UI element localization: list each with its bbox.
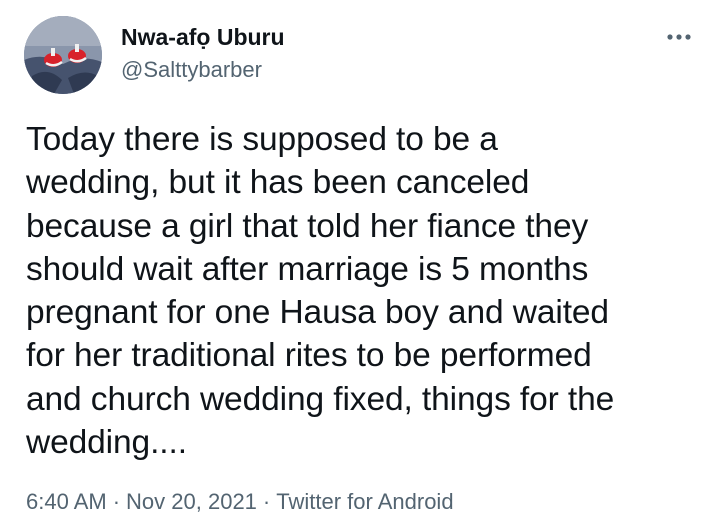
author-handle[interactable]: @Salttybarber <box>121 56 262 84</box>
tweet-source[interactable]: Twitter for Android <box>276 487 453 517</box>
avatar-photo <box>24 16 102 94</box>
separator-dot: · <box>262 489 271 514</box>
more-options-icon[interactable] <box>662 26 696 48</box>
avatar[interactable] <box>24 16 102 94</box>
tweet-date[interactable]: Nov 20, 2021 <box>126 487 257 517</box>
tweet-metadata: 6:40 AM · Nov 20, 2021 · Twitter for Android <box>26 487 454 517</box>
author-name[interactable]: Nwa-afọ Uburu <box>121 22 285 52</box>
separator-dot: · <box>112 489 121 514</box>
tweet-card: Nwa-afọ Uburu @Salttybarber Today there … <box>0 0 720 530</box>
tweet-text: Today there is supposed to be a wedding,… <box>26 121 615 462</box>
tweet-time[interactable]: 6:40 AM <box>26 487 107 517</box>
